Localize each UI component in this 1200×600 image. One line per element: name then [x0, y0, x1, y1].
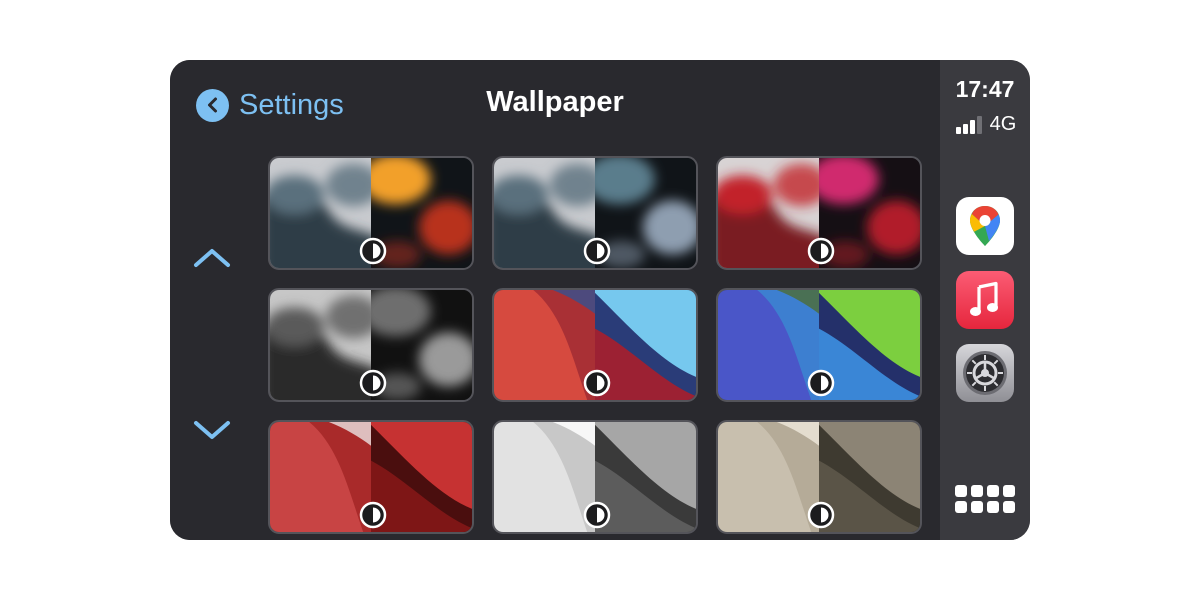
app-grid-icon — [955, 485, 967, 497]
gear-icon — [963, 351, 1007, 395]
scroll-up-button[interactable] — [192, 243, 232, 273]
carplay-screen: Settings Wallpaper 17:47 4G — [170, 60, 1030, 540]
back-label: Settings — [239, 88, 344, 121]
appearance-toggle-icon — [583, 369, 611, 397]
appearance-toggle-icon — [807, 501, 835, 529]
network-type: 4G — [989, 113, 1017, 135]
wallpaper-tile[interactable] — [268, 156, 474, 270]
carplay-dock: 17:47 4G — [940, 60, 1030, 540]
status-signal: 4G — [950, 112, 1022, 134]
wallpaper-panel: Settings Wallpaper — [170, 60, 940, 540]
wallpaper-tile[interactable] — [492, 420, 698, 534]
appearance-toggle-icon — [807, 237, 835, 265]
wallpaper-tile[interactable] — [268, 288, 474, 402]
chevron-left-icon — [196, 88, 229, 122]
status-time: 17:47 — [955, 76, 1015, 102]
appearance-toggle-icon — [807, 369, 835, 397]
app-grid-button[interactable] — [955, 485, 1016, 518]
music-note-icon — [970, 281, 998, 316]
app-settings[interactable] — [956, 344, 1014, 402]
wallpaper-tile[interactable] — [716, 156, 922, 270]
app-music[interactable] — [956, 271, 1014, 329]
signal-bars-icon — [955, 116, 984, 134]
appearance-toggle-icon — [359, 369, 387, 397]
appearance-toggle-icon — [359, 501, 387, 529]
page-title: Wallpaper — [486, 86, 624, 118]
chevron-down-icon — [194, 421, 230, 439]
app-google-maps[interactable] — [956, 197, 1014, 255]
wallpaper-tile[interactable] — [716, 420, 922, 534]
appearance-toggle-icon — [583, 501, 611, 529]
wallpaper-tile[interactable] — [492, 288, 698, 402]
chevron-up-icon — [194, 249, 230, 267]
back-button[interactable]: Settings — [196, 87, 344, 123]
scroll-down-button[interactable] — [192, 415, 232, 445]
wallpaper-tile[interactable] — [492, 156, 698, 270]
appearance-toggle-icon — [359, 237, 387, 265]
wallpaper-tile[interactable] — [716, 288, 922, 402]
appearance-toggle-icon — [583, 237, 611, 265]
wallpaper-tile[interactable] — [268, 420, 474, 534]
maps-pin-icon — [970, 206, 1000, 246]
